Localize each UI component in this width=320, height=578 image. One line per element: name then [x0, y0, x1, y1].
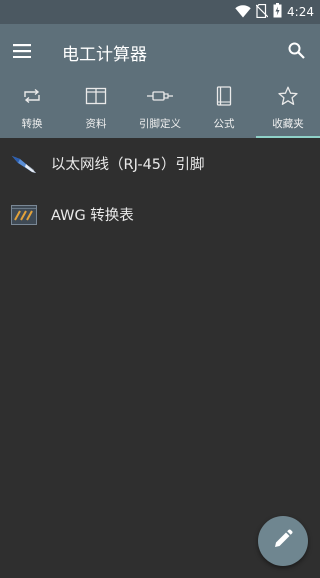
tab-label: 资料: [85, 118, 107, 130]
search-icon: [288, 42, 305, 63]
list-item[interactable]: AWG 转换表: [0, 189, 320, 240]
notebook-icon: [216, 85, 232, 107]
wifi-icon: [235, 3, 251, 22]
search-button[interactable]: [276, 24, 316, 80]
tab-formulas[interactable]: 公式: [192, 80, 256, 138]
favorites-list: 以太网线（RJ-45）引脚 AWG 转换表: [0, 138, 320, 240]
status-bar: 4:24: [0, 0, 320, 24]
menu-button[interactable]: [0, 24, 44, 80]
app-title: 电工计算器: [62, 44, 147, 65]
tab-label: 公式: [213, 118, 235, 130]
menu-icon: [13, 43, 31, 62]
list-item-label: 以太网线（RJ-45）引脚: [51, 157, 205, 173]
tab-label: 转换: [21, 118, 43, 130]
ethernet-cable-icon: [10, 152, 38, 176]
status-time: 4:24: [287, 5, 314, 19]
tab-bar: 转换 资料 引脚定义 公式 收藏夹: [0, 80, 320, 138]
no-sim-icon: [255, 3, 269, 22]
tab-pinout[interactable]: 引脚定义: [128, 80, 192, 138]
repeat-icon: [22, 85, 42, 107]
tab-reference[interactable]: 资料: [64, 80, 128, 138]
tab-label: 引脚定义: [139, 118, 181, 130]
list-item[interactable]: 以太网线（RJ-45）引脚: [0, 138, 320, 189]
tab-label: 收藏夹: [272, 118, 304, 130]
edit-fab-button[interactable]: [258, 516, 308, 566]
connector-icon: [147, 85, 173, 107]
book-open-icon: [85, 85, 107, 107]
tab-convert[interactable]: 转换: [0, 80, 64, 138]
tab-favorites[interactable]: 收藏夹: [256, 80, 320, 138]
star-icon: [278, 85, 298, 107]
battery-icon: [273, 2, 282, 22]
app-bar: 电工计算器: [0, 24, 320, 80]
list-item-label: AWG 转换表: [51, 208, 134, 224]
wire-gauge-icon: [10, 203, 38, 227]
pencil-icon: [273, 529, 293, 553]
